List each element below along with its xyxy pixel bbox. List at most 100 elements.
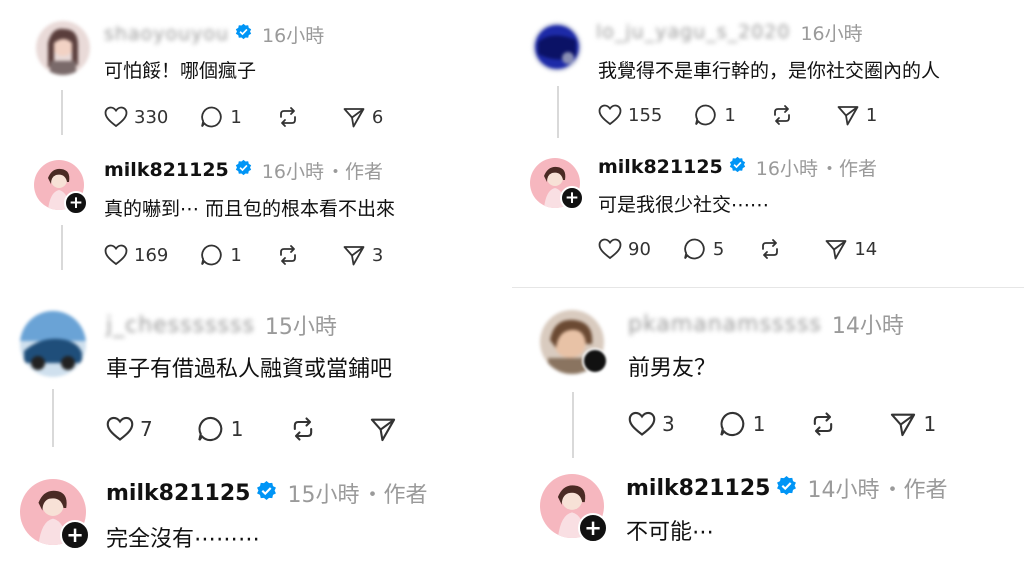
follow-plus-icon[interactable] [582, 348, 608, 374]
timestamp: 16小時 [800, 22, 863, 45]
timestamp: 16小時 [262, 24, 325, 47]
repost-button[interactable] [276, 243, 306, 267]
timestamp: 14小時 [831, 314, 904, 339]
share-button[interactable]: 14 [824, 237, 877, 261]
author-tag: ・作者 [361, 483, 428, 508]
follow-plus-icon[interactable]: + [560, 186, 584, 210]
comment-panel-4: pkamanamsssss 14小時 前男友？ 3 1 1 + milk8211… [512, 292, 1024, 576]
like-count: 330 [134, 106, 169, 128]
reply-button[interactable]: 1 [197, 415, 244, 443]
comment-text: 真的嚇到⋯ 而且包的根本看不出來 [104, 198, 396, 220]
username[interactable]: lo_ju_yagu_s_2020 [596, 21, 790, 43]
thread-line [557, 86, 559, 138]
thread-line [52, 389, 54, 447]
reply-button[interactable]: 1 [694, 103, 736, 127]
like-count: 90 [628, 238, 651, 260]
username[interactable]: milk821125 [598, 156, 723, 178]
username[interactable]: milk821125 [626, 476, 770, 501]
share-count: 1 [923, 412, 937, 436]
share-count: 1 [865, 104, 878, 126]
follow-plus-icon[interactable]: + [578, 513, 608, 543]
verified-icon [729, 156, 746, 178]
share-count: 6 [371, 106, 384, 128]
comment-text: 完全沒有⋯⋯⋯ [106, 527, 261, 552]
avatar-commenter[interactable] [36, 21, 90, 75]
action-bar: 3 1 1 [628, 410, 936, 438]
comment-header: lo_ju_yagu_s_2020 16小時 [596, 20, 863, 45]
comment-text: 可是我很少社交⋯⋯ [598, 194, 770, 216]
comment-text: 不可能⋯ [626, 520, 715, 545]
action-bar: 90 5 14 [598, 237, 877, 261]
thread-line [61, 90, 63, 135]
verified-icon [776, 475, 797, 502]
share-button[interactable]: 1 [889, 410, 936, 438]
avatar-commenter[interactable] [532, 22, 582, 72]
action-bar: 330 1 6 [104, 105, 383, 129]
comment-header: pkamanamsssss 14小時 [628, 310, 904, 340]
thread-line [572, 392, 574, 458]
timestamp: 16小時 [261, 160, 324, 183]
like-button[interactable]: 90 [598, 238, 651, 260]
follow-plus-icon[interactable]: + [64, 191, 88, 215]
reply-count: 5 [712, 238, 725, 260]
like-button[interactable]: 3 [628, 411, 675, 437]
share-count: 3 [371, 244, 384, 266]
avatar-commenter[interactable] [20, 311, 86, 377]
reply-button[interactable]: 1 [200, 105, 242, 129]
repost-button[interactable] [770, 103, 800, 127]
like-button[interactable]: 330 [104, 106, 168, 128]
share-button[interactable]: 6 [342, 105, 383, 129]
reply-button[interactable]: 1 [719, 410, 766, 438]
comment-text: 可怕餒！哪個瘋子 [104, 60, 257, 82]
like-count: 3 [662, 412, 675, 436]
reply-count: 1 [752, 412, 766, 436]
author-tag: ・作者 [325, 160, 383, 183]
share-count: 14 [854, 238, 878, 260]
panel-divider [512, 287, 1024, 288]
like-count: 7 [140, 417, 153, 441]
verified-icon [256, 480, 277, 507]
comment-header: shaoyouyou 16小時 [104, 22, 325, 47]
author-tag: ・作者 [881, 478, 948, 503]
comment-text: 前男友？ [628, 356, 717, 381]
comment-header: milk821125 16小時 ・作者 [598, 155, 877, 180]
username[interactable]: pkamanamsssss [628, 312, 822, 337]
like-button[interactable]: 7 [106, 416, 153, 442]
share-button[interactable]: 1 [836, 103, 877, 127]
repost-button[interactable] [809, 410, 843, 438]
timestamp: 15小時 [287, 483, 360, 508]
username[interactable]: j_chesssssss [106, 313, 255, 338]
thread-line [61, 225, 63, 270]
reply-button[interactable]: 5 [683, 237, 724, 261]
repost-button[interactable] [289, 415, 323, 443]
comment-text: 我覺得不是車行幹的，是你社交圈內的人 [598, 60, 941, 82]
share-button[interactable] [369, 415, 403, 443]
reply-count: 1 [230, 244, 242, 266]
comment-panel-2: lo_ju_yagu_s_2020 16小時 我覺得不是車行幹的，是你社交圈內的… [512, 0, 1024, 285]
reply-count: 1 [230, 106, 242, 128]
timestamp: 14小時 [807, 478, 880, 503]
share-button[interactable]: 3 [342, 243, 383, 267]
username[interactable]: shaoyouyou [104, 23, 229, 45]
like-button[interactable]: 169 [104, 244, 168, 266]
like-count: 169 [134, 244, 169, 266]
reply-count: 1 [230, 417, 244, 441]
username[interactable]: milk821125 [106, 481, 250, 506]
comment-header: milk821125 14小時 ・作者 [626, 474, 948, 504]
like-button[interactable]: 155 [598, 104, 662, 126]
comment-header: milk821125 15小時 ・作者 [106, 479, 428, 509]
action-bar: 169 1 3 [104, 243, 383, 267]
repost-button[interactable] [758, 237, 788, 261]
timestamp: 16小時 [755, 157, 818, 180]
comment-header: milk821125 16小時 ・作者 [104, 158, 383, 183]
follow-plus-icon[interactable]: + [60, 520, 90, 550]
comment-panel-3: j_chesssssss 15小時 車子有借過私人融資或當鋪吧 7 1 + mi… [0, 295, 508, 576]
repost-button[interactable] [276, 105, 306, 129]
username[interactable]: milk821125 [104, 159, 229, 181]
reply-button[interactable]: 1 [200, 243, 242, 267]
comment-header: j_chesssssss 15小時 [106, 311, 337, 341]
reply-count: 1 [724, 104, 736, 126]
comment-panel-1: shaoyouyou 16小時 可怕餒！哪個瘋子 330 1 6 + milk8… [0, 0, 508, 272]
action-bar: 155 1 1 [598, 103, 877, 127]
comment-text: 車子有借過私人融資或當鋪吧 [106, 357, 393, 382]
